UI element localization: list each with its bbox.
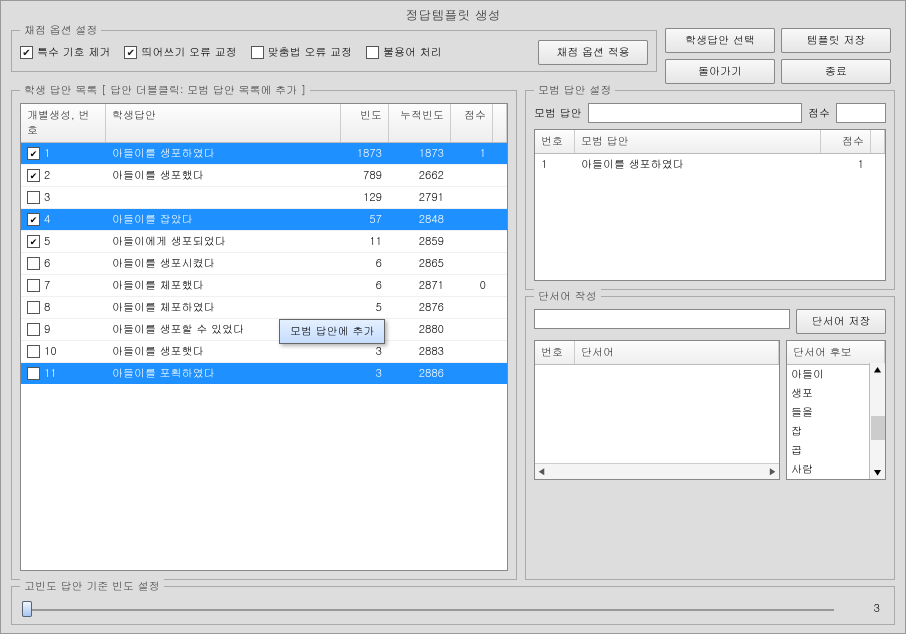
context-menu[interactable]: 모범 답안에 추가 [279,319,385,344]
table-row[interactable]: 5아들이에게 생포되었다112859 [21,231,507,253]
model-answer-group: 모범 답안 설정 모범 답안 점수 번호 모범 답안 점수 1아들이를 생포하였… [525,90,895,290]
student-list-header: 개별생성, 번호 학생답안 빈도 누적빈도 점수 [21,104,507,143]
window-title: 정답템플릿 생성 [1,1,905,30]
model-score-label: 점수 [808,106,830,121]
table-row[interactable]: 1아들이를 생포하였다187318731 [21,143,507,165]
clue-input[interactable] [534,309,790,329]
table-row[interactable]: 9아들이를 생포할 수 있었다42880 [21,319,507,341]
model-group-title: 모범 답안 설정 [534,83,615,98]
list-item[interactable]: 아들이 [787,365,869,384]
save-clue-button[interactable]: 단서어 저장 [796,309,886,334]
slider-title: 고빈도 답안 기준 빈도 설정 [20,579,164,594]
save-template-button[interactable]: 템플릿 저장 [781,28,891,53]
table-row[interactable]: 1아들이를 생포하였다1 [535,154,885,175]
clue-group: 단서어 작성 단서어 저장 번호 단서어 ◀▶ 단서어 [525,296,895,580]
list-item[interactable]: 곱 [787,441,869,460]
options-group: 채점 옵션 설정 특수 기호 제거띄어쓰기 오류 교정맞춤법 오류 교정불용어 … [11,30,657,72]
option-checkbox[interactable]: 특수 기호 제거 [20,45,110,60]
freq-slider[interactable] [22,607,834,611]
model-score-input[interactable] [836,103,886,123]
apply-options-button[interactable]: 채점 옵션 적용 [538,40,648,65]
list-item[interactable]: 생포 [787,384,869,403]
list-item[interactable]: 들을 [787,403,869,422]
option-checkbox[interactable]: 불용어 처리 [366,45,442,60]
slider-group: 고빈도 답안 기준 빈도 설정 3 [11,586,895,625]
hscrollbar[interactable]: ◀▶ [535,463,779,479]
table-row[interactable]: 7아들이를 체포했다628710 [21,275,507,297]
options-group-title: 채점 옵션 설정 [20,23,101,38]
table-row[interactable]: 4아들이를 잡았다572848 [21,209,507,231]
clue-group-title: 단서어 작성 [534,289,601,304]
table-row[interactable]: 11아들이를 포획하였다32886 [21,363,507,384]
option-checkbox[interactable]: 맞춤법 오류 교정 [251,45,352,60]
model-answer-input[interactable] [588,103,802,123]
vscrollbar[interactable]: ▲▼ [869,363,885,479]
model-table-header: 번호 모범 답안 점수 [535,130,885,154]
model-answer-label: 모범 답안 [534,106,582,121]
table-row[interactable]: 10아들이를 생포햇다32883 [21,341,507,363]
slider-value: 3 [844,601,884,616]
table-row[interactable]: 31292791 [21,187,507,209]
select-student-button[interactable]: 학생답안 선택 [665,28,775,53]
clue-table[interactable]: 번호 단서어 ◀▶ [534,340,780,480]
table-row[interactable]: 2아들이를 생포했다7892662 [21,165,507,187]
exit-button[interactable]: 종료 [781,59,891,84]
student-list-title: 학생 답안 목록 [ 답안 더블클릭: 모범 답안 목록에 추가 ] [20,83,310,98]
student-list-group: 학생 답안 목록 [ 답안 더블클릭: 모범 답안 목록에 추가 ] 개별생성,… [11,90,517,580]
list-item[interactable]: 잡 [787,422,869,441]
option-checkbox[interactable]: 띄어쓰기 오류 교정 [124,45,236,60]
table-row[interactable]: 6아들이를 생포시켰다62865 [21,253,507,275]
candidate-table[interactable]: 단서어 후보 아들이생포들을잡곱사람반달추적 ▲▼ [786,340,886,480]
go-back-button[interactable]: 돌아가기 [665,59,775,84]
table-row[interactable]: 8아들이를 체포하였다52876 [21,297,507,319]
list-item[interactable]: 사람 [787,460,869,479]
